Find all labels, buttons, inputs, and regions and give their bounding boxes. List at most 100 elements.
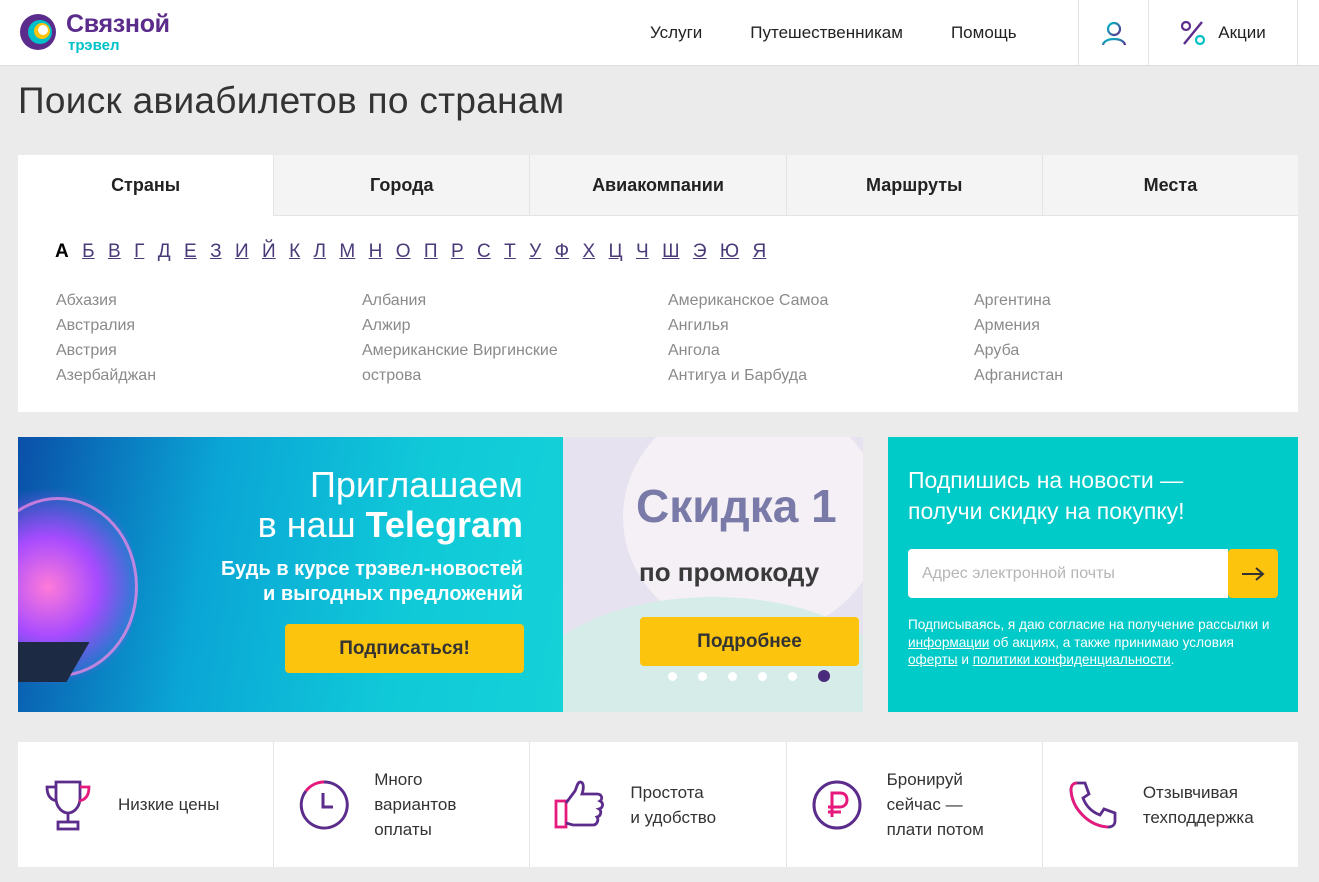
- feature-book-now: Бронируй сейчас — плати потом: [785, 742, 1042, 867]
- carousel-dot[interactable]: [728, 671, 737, 681]
- feature-text: Низкие цены: [118, 795, 220, 814]
- nav-help[interactable]: Помощь: [927, 23, 1041, 43]
- newsletter-title: Подпишись на новости — получи скидку на …: [908, 465, 1185, 527]
- letter-link[interactable]: И: [235, 241, 249, 263]
- newsletter-title-line1: Подпишись на новости —: [908, 467, 1184, 493]
- letter-link[interactable]: А: [55, 241, 69, 263]
- email-input[interactable]: [908, 549, 1228, 598]
- thumbs-up-icon: [555, 780, 605, 828]
- letter-link[interactable]: Р: [451, 241, 464, 263]
- letter-link[interactable]: У: [529, 241, 541, 263]
- letter-link[interactable]: В: [108, 241, 121, 263]
- country-link[interactable]: Албания: [362, 288, 668, 313]
- country-column: Абхазия Австралия Австрия Азербайджан: [56, 288, 362, 388]
- country-list: Абхазия Австралия Австрия Азербайджан Албани…: [56, 288, 1280, 388]
- country-link[interactable]: Аруба: [974, 338, 1280, 363]
- country-link[interactable]: Абхазия: [56, 288, 362, 313]
- feature-low-prices: Низкие цены: [18, 742, 273, 867]
- country-link[interactable]: Ангола: [668, 338, 974, 363]
- banner-heading-telegram: Telegram: [365, 504, 523, 545]
- country-link[interactable]: Афганистан: [974, 363, 1280, 388]
- country-link[interactable]: Ангилья: [668, 313, 974, 338]
- carousel-dot[interactable]: [758, 671, 767, 681]
- link-privacy-policy[interactable]: политики конфиденциальности: [973, 652, 1171, 667]
- promo-label: Акции: [1218, 22, 1266, 42]
- letter-link[interactable]: М: [339, 241, 355, 263]
- logo-name: Связной: [66, 9, 170, 38]
- country-link[interactable]: Американские Виргинские: [362, 338, 668, 363]
- subscribe-telegram-button[interactable]: Подписаться!: [285, 624, 524, 673]
- letter-link[interactable]: Д: [158, 241, 171, 263]
- link-offer[interactable]: оферты: [908, 652, 958, 667]
- promo-banner[interactable]: Приглашаем в наш Telegram Будь в курсе т…: [18, 437, 863, 712]
- letter-link[interactable]: С: [477, 241, 491, 263]
- carousel-dot[interactable]: [698, 671, 707, 681]
- tab-airlines[interactable]: Авиакомпании: [529, 155, 786, 216]
- banner-heading-pre: в наш: [257, 504, 366, 545]
- country-link[interactable]: Австрия: [56, 338, 362, 363]
- nav-travelers[interactable]: Путешественникам: [726, 23, 927, 43]
- carousel-dot[interactable]: [668, 671, 677, 681]
- letter-link[interactable]: Г: [134, 241, 144, 263]
- logo-sub: трэвел: [68, 36, 120, 54]
- letter-link[interactable]: Х: [582, 241, 595, 263]
- letter-link[interactable]: Б: [82, 241, 94, 263]
- country-link[interactable]: Антигуа и Барбуда: [668, 363, 974, 388]
- letter-link[interactable]: Э: [693, 241, 707, 263]
- carousel-dot[interactable]: [818, 670, 830, 682]
- logo-icon: [20, 14, 56, 50]
- letter-link[interactable]: Ю: [720, 241, 739, 263]
- letter-link[interactable]: Н: [369, 241, 383, 263]
- telegram-slide: Приглашаем в наш Telegram Будь в курсе т…: [18, 437, 563, 712]
- more-details-button[interactable]: Подробнее: [640, 617, 859, 666]
- clock-icon: [299, 779, 349, 829]
- tab-routes[interactable]: Маршруты: [785, 155, 1042, 216]
- country-link[interactable]: Австралия: [56, 313, 362, 338]
- letter-link[interactable]: Я: [753, 241, 767, 263]
- letter-link[interactable]: Ц: [609, 241, 623, 263]
- discount-subheading: по промокоду: [639, 557, 820, 587]
- feature-text: Отзывчивая техподдержка: [1142, 782, 1254, 827]
- tab-places[interactable]: Места: [1041, 155, 1299, 216]
- newsletter-submit-button[interactable]: [1228, 549, 1278, 598]
- feature-support: Отзывчивая техподдержка: [1041, 742, 1298, 867]
- discount-heading: Скидка 1: [636, 480, 837, 532]
- country-link[interactable]: острова: [362, 363, 668, 388]
- features-bar: Низкие цены Много вариантов оплаты Прост…: [18, 742, 1298, 867]
- country-link[interactable]: Аргентина: [974, 288, 1280, 313]
- nav-services[interactable]: Услуги: [626, 23, 726, 43]
- link-information[interactable]: информации: [908, 635, 989, 650]
- country-link[interactable]: Армения: [974, 313, 1280, 338]
- letter-link[interactable]: Ч: [636, 241, 649, 263]
- letter-link[interactable]: Т: [504, 241, 516, 263]
- main-nav: Услуги Путешественникам Помощь: [626, 0, 1041, 65]
- letter-link[interactable]: К: [289, 241, 300, 263]
- account-button[interactable]: [1078, 0, 1148, 65]
- user-icon: [1101, 21, 1126, 45]
- country-link[interactable]: Американское Самоа: [668, 288, 974, 313]
- letter-link[interactable]: Ф: [555, 241, 569, 263]
- tab-countries[interactable]: Страны: [18, 155, 274, 216]
- promo-button[interactable]: Акции: [1148, 0, 1298, 65]
- letter-link[interactable]: О: [396, 241, 411, 263]
- country-link[interactable]: Азербайджан: [56, 363, 362, 388]
- tab-cities[interactable]: Города: [273, 155, 530, 216]
- country-column: Аргентина Армения Аруба Афганистан: [974, 288, 1280, 388]
- search-card: Страны Города Авиакомпании Маршруты Мест…: [18, 155, 1299, 412]
- banner-heading: Приглашаем в наш Telegram: [258, 465, 523, 545]
- letter-link[interactable]: Л: [314, 241, 326, 263]
- phone-icon: [1069, 781, 1117, 828]
- letter-link[interactable]: З: [210, 241, 221, 263]
- letter-link[interactable]: Ш: [662, 241, 679, 263]
- logo[interactable]: Связной трэвел: [18, 8, 218, 56]
- trophy-icon: [45, 780, 91, 830]
- country-link[interactable]: Алжир: [362, 313, 668, 338]
- feature-text: Много вариантов оплаты: [374, 770, 457, 839]
- newsletter-consent: Подписываясь, я даю согласие на получени…: [908, 616, 1278, 669]
- consent-text-2: об акциях, а также принимаю условия: [989, 634, 1234, 650]
- letter-link[interactable]: Й: [262, 241, 276, 263]
- letter-link[interactable]: Е: [184, 241, 197, 263]
- carousel-dot[interactable]: [788, 671, 797, 681]
- consent-text-3: и: [957, 652, 973, 667]
- letter-link[interactable]: П: [424, 241, 438, 263]
